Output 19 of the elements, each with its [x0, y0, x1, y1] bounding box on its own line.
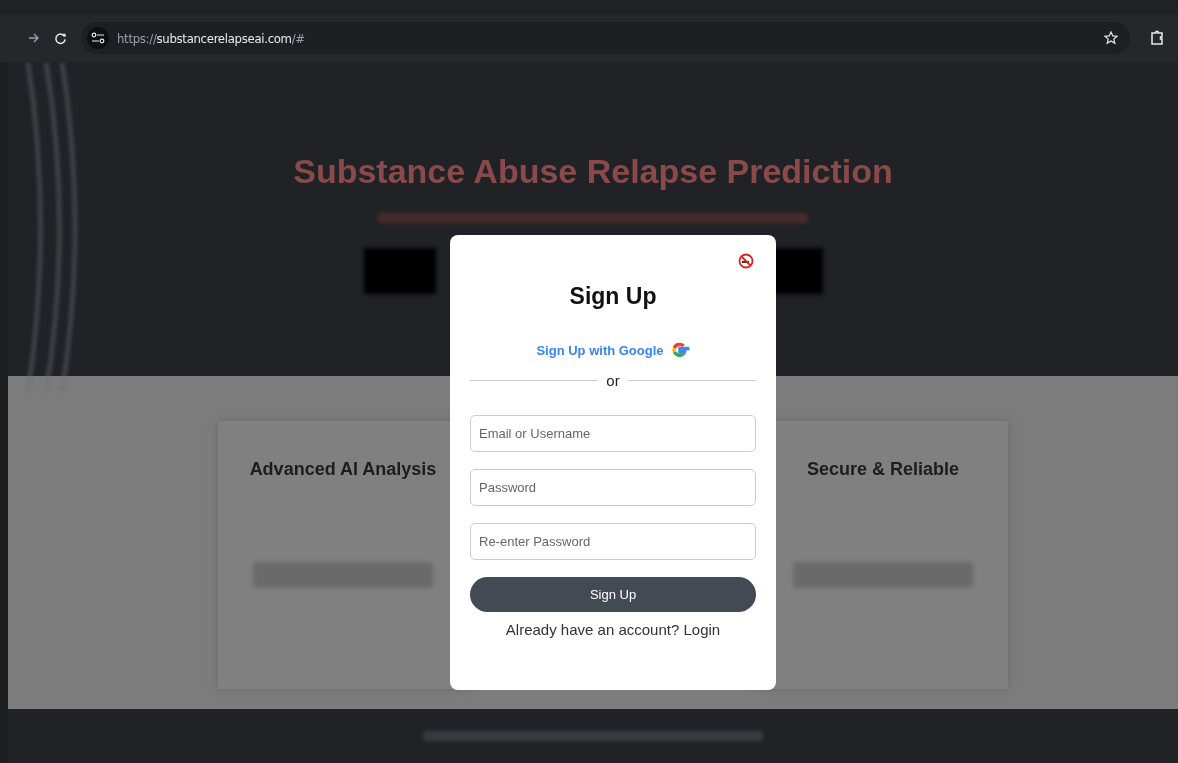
address-bar[interactable]: https://substancerelapseai.com/#	[81, 22, 1130, 54]
star-icon[interactable]	[1104, 31, 1118, 45]
dialog-title: Sign Up	[569, 283, 657, 310]
hero-title: Substance Abuse Relapse Prediction	[293, 152, 893, 191]
reload-icon[interactable]	[54, 31, 67, 45]
extensions-icon[interactable]	[1150, 30, 1164, 46]
google-icon	[669, 340, 690, 360]
google-signup-link[interactable]: Sign Up with Google	[536, 340, 690, 360]
signup-button[interactable]: Sign Up	[470, 577, 756, 612]
feature-title: Secure & Reliable	[806, 458, 960, 480]
site-settings-icon[interactable]	[87, 27, 109, 49]
login-prompt[interactable]: Already have an account? Login	[505, 621, 721, 638]
divider-label: or	[606, 372, 620, 389]
input-field[interactable]: Re-enter Password	[470, 523, 756, 560]
input-field[interactable]: Email or Username	[470, 415, 756, 452]
feature-title: Advanced AI Analysis	[249, 458, 437, 480]
url-text[interactable]: https://substancerelapseai.com/#	[117, 30, 305, 46]
input-field[interactable]: Password	[470, 469, 756, 506]
forward-icon[interactable]	[28, 32, 40, 44]
